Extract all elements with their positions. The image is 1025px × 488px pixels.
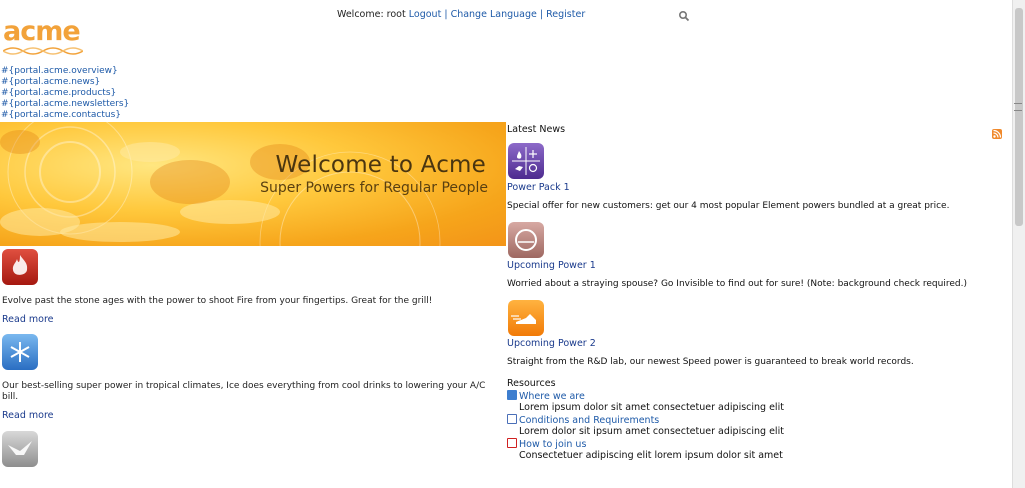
invisible-icon[interactable]: [508, 222, 544, 258]
logout-link[interactable]: Logout: [409, 9, 442, 20]
news-text: Special offer for new customers: get our…: [507, 201, 950, 211]
scrollbar-thumb[interactable]: [1015, 8, 1023, 226]
latest-news-heading: Latest News: [507, 124, 566, 135]
nav-item-contactus[interactable]: #{portal.acme.contactus}: [1, 110, 121, 120]
excel-file-icon: [507, 390, 517, 400]
resource-description: Consectetuer adipiscing elit lorem ipsum…: [519, 450, 783, 461]
user-bar: Welcome: root Logout | Change Language |…: [337, 9, 585, 20]
resource-link-how-to-join[interactable]: How to join us: [519, 439, 586, 450]
resources-heading: Resources: [507, 378, 556, 389]
vertical-scrollbar[interactable]: [1012, 0, 1025, 488]
change-language-link[interactable]: Change Language: [451, 9, 537, 20]
main-nav: #{portal.acme.overview} #{portal.acme.ne…: [1, 66, 129, 121]
bird-icon[interactable]: [2, 431, 38, 467]
resource-description: Lorem ipsum dolor sit amet consectetuer …: [519, 402, 784, 413]
fire-icon[interactable]: [2, 249, 38, 285]
news-text: Worried about a straying spouse? Go Invi…: [507, 279, 967, 289]
element-pack-icon[interactable]: [508, 143, 544, 179]
read-more-link[interactable]: Read more: [2, 410, 54, 421]
pdf-file-icon: [507, 438, 517, 448]
banner-subtitle: Super Powers for Regular People: [260, 180, 488, 196]
resource-link-where-we-are[interactable]: Where we are: [519, 391, 585, 402]
resource-link-conditions[interactable]: Conditions and Requirements: [519, 415, 659, 426]
ice-power-description: Our best-selling super power in tropical…: [2, 381, 486, 402]
dna-logo-icon: [2, 47, 84, 55]
logo-text: acme: [3, 16, 81, 47]
resource-description: Lorem dolor sit ipsum amet consectetuer …: [519, 426, 784, 437]
speed-shoe-icon[interactable]: [508, 300, 544, 336]
acme-logo[interactable]: acme: [2, 16, 84, 56]
fire-power-description: Evolve past the stone ages with the powe…: [2, 296, 433, 306]
banner-title: Welcome to Acme: [275, 152, 486, 178]
nav-item-newsletters[interactable]: #{portal.acme.newsletters}: [1, 99, 129, 109]
search-icon[interactable]: [678, 10, 690, 22]
separator: |: [444, 9, 448, 20]
word-file-icon: [507, 414, 517, 424]
welcome-banner: Welcome to Acme Super Powers for Regular…: [0, 122, 506, 246]
news-text: Straight from the R&D lab, our newest Sp…: [507, 357, 914, 367]
register-link[interactable]: Register: [546, 9, 585, 20]
separator: |: [539, 9, 544, 20]
snowflake-icon[interactable]: [2, 334, 38, 370]
rss-icon[interactable]: [992, 129, 1002, 139]
news-title-upcoming-power-2[interactable]: Upcoming Power 2: [507, 338, 596, 349]
welcome-text: Welcome: root: [337, 9, 406, 20]
nav-item-news[interactable]: #{portal.acme.news}: [1, 77, 100, 87]
news-title-upcoming-power-1[interactable]: Upcoming Power 1: [507, 260, 596, 271]
read-more-link[interactable]: Read more: [2, 314, 54, 325]
news-title-power-pack-1[interactable]: Power Pack 1: [507, 182, 570, 193]
scrollbar-grip-icon: [1014, 103, 1022, 111]
nav-item-overview[interactable]: #{portal.acme.overview}: [1, 66, 118, 76]
nav-item-products[interactable]: #{portal.acme.products}: [1, 88, 116, 98]
